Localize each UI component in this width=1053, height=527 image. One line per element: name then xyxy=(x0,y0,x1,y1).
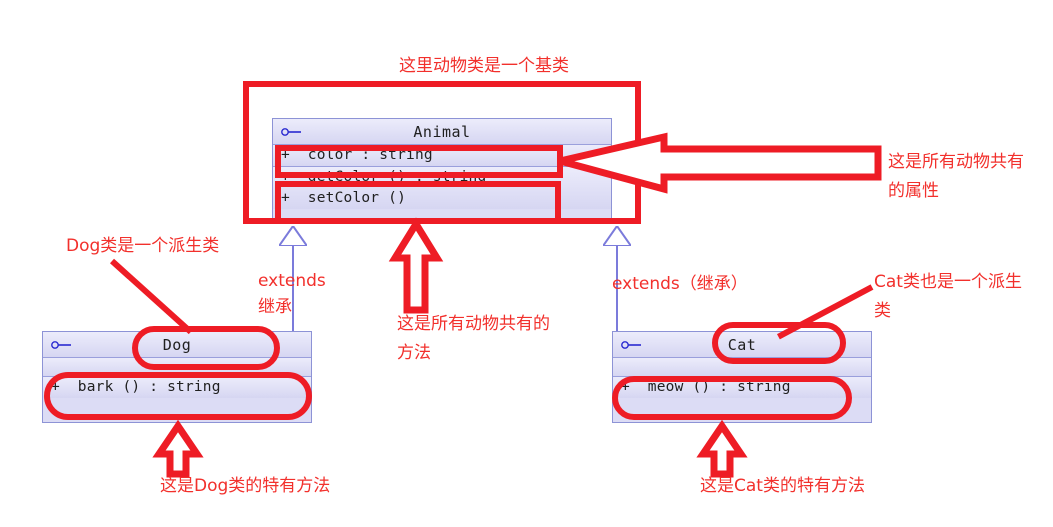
annotation-arrow-cat-method xyxy=(696,419,748,478)
annotation-cat-specific-method: 这是Cat类的特有方法 xyxy=(700,476,865,496)
annotation-box-shared-method xyxy=(275,181,561,224)
interface-lollipop-icon xyxy=(51,341,71,349)
interface-lollipop-icon xyxy=(621,341,641,349)
annotation-box-dog-name xyxy=(132,326,280,370)
annotation-shared-method: 这是所有动物共有的 方法 xyxy=(397,314,550,363)
diagram-canvas: Animal + color : string + getColor () : … xyxy=(0,0,1053,527)
relation-label-cat-extends: extends（继承） xyxy=(612,274,748,294)
annotation-dog-derived: Dog类是一个派生类 xyxy=(66,236,220,256)
annotation-cat-derived: Cat类也是一个派生 类 xyxy=(874,272,1022,321)
annotation-box-cat-method xyxy=(612,376,852,420)
annotation-base-class: 这里动物类是一个基类 xyxy=(399,56,569,76)
relation-label-dog-extends: extends 继承 xyxy=(258,271,326,317)
annotation-dog-specific-method: 这是Dog类的特有方法 xyxy=(160,476,331,496)
annotation-box-shared-attribute xyxy=(275,145,563,178)
annotation-box-dog-method xyxy=(44,372,312,420)
annotation-arrow-shared-method xyxy=(388,217,444,314)
annotation-arrow-shared-attribute xyxy=(559,132,882,194)
annotation-box-cat-name xyxy=(712,322,846,364)
annotation-pointer-dog-derived xyxy=(109,258,193,335)
annotation-shared-attribute: 这是所有动物共有 的属性 xyxy=(888,152,1024,201)
annotation-arrow-dog-method xyxy=(152,419,204,478)
